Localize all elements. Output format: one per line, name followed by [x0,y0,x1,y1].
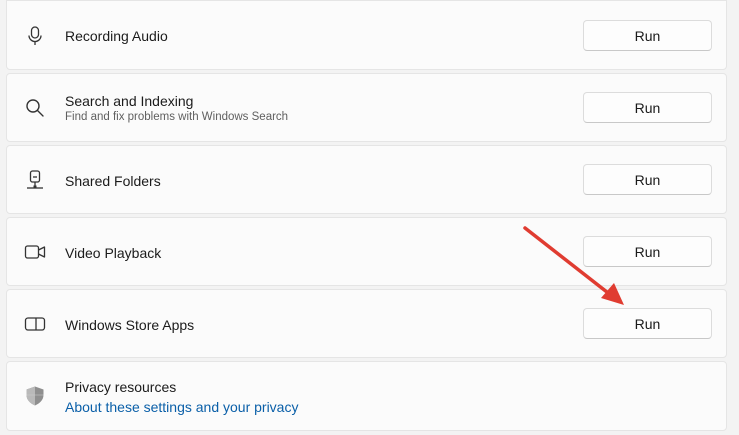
run-button-video-playback[interactable]: Run [583,236,712,267]
app-window-icon [24,313,46,335]
troubleshooters-page: Recording Audio Run Search and Indexing … [0,0,739,435]
troubleshooter-subtitle: Find and fix problems with Windows Searc… [65,111,289,123]
troubleshooter-row-recording-audio: Recording Audio Run [6,0,727,70]
video-camera-icon [24,241,46,263]
privacy-link[interactable]: About these settings and your privacy [65,399,298,415]
run-button-recording-audio[interactable]: Run [583,20,712,51]
privacy-title: Privacy resources [65,379,177,395]
troubleshooter-title: Recording Audio [65,28,168,44]
microphone-icon [24,25,46,47]
troubleshooter-row-shared-folders: Shared Folders Run [6,145,727,214]
run-button-shared-folders[interactable]: Run [583,164,712,195]
troubleshooter-title: Search and Indexing [65,93,194,109]
privacy-resources-card: Privacy resources About these settings a… [6,361,727,431]
search-icon [24,97,46,119]
shield-icon [24,385,46,407]
troubleshooter-row-windows-store-apps: Windows Store Apps Run [6,289,727,358]
troubleshooter-title: Video Playback [65,245,162,261]
troubleshooter-title: Windows Store Apps [65,317,195,333]
network-drive-icon [24,169,46,191]
troubleshooter-row-video-playback: Video Playback Run [6,217,727,286]
run-button-search-indexing[interactable]: Run [583,92,712,123]
troubleshooter-row-search-indexing: Search and Indexing Find and fix problem… [6,73,727,142]
troubleshooter-title: Shared Folders [65,173,161,189]
run-button-windows-store-apps[interactable]: Run [583,308,712,339]
